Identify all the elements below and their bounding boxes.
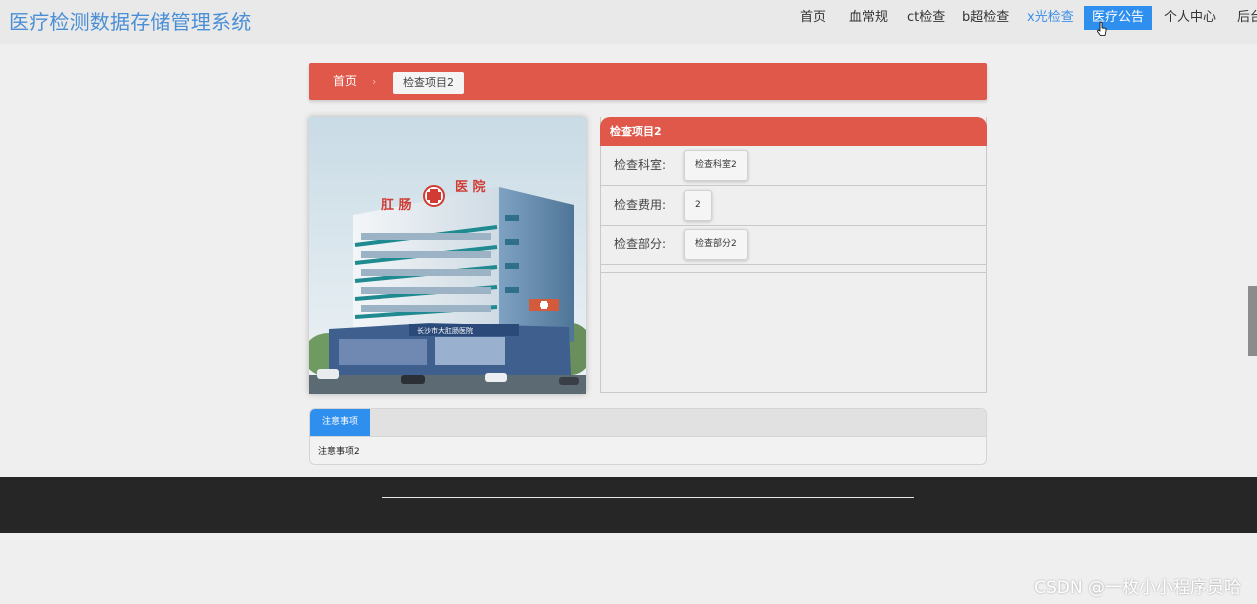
hospital-building-image: 肛 肠 医 院 长沙市大肛肠医院 <box>309 117 586 394</box>
nav-item-admin[interactable]: 后台 <box>1237 6 1257 30</box>
detail-header: 检查项目2 <box>600 117 987 146</box>
lower-sign-text: 长沙市大肛肠医院 <box>417 326 473 335</box>
site-title: 医疗检测数据存储管理系统 <box>9 10 252 34</box>
scrollbar-thumb[interactable] <box>1248 286 1257 356</box>
nav-item-personal-center[interactable]: 个人中心 <box>1164 6 1216 30</box>
nav-item-medical-notice[interactable]: 医疗公告 <box>1084 6 1153 30</box>
detail-row-department: 检查科室: 检查科室2 <box>601 146 986 186</box>
fee-label: 检查费用: <box>614 198 667 212</box>
medical-cross-icon <box>423 185 445 207</box>
notes-panel: 注意事项 注意事项2 <box>309 408 987 465</box>
breadcrumb-current: 检查项目2 <box>393 72 464 94</box>
nav-item-ultrasound-exam[interactable]: b超检查 <box>962 6 1009 30</box>
nav-item-ct-exam[interactable]: ct检查 <box>907 6 945 30</box>
part-label: 检查部分: <box>614 237 667 251</box>
part-value: 检查部分2 <box>684 229 748 260</box>
breadcrumb-home-link[interactable]: 首页 <box>333 63 357 100</box>
notes-content: 注意事项2 <box>318 447 360 457</box>
nav-item-xray-exam[interactable]: x光检查 <box>1027 6 1074 30</box>
watermark-text: CSDN @一枚小小程序员哈 <box>1034 578 1241 598</box>
department-label: 检查科室: <box>614 158 667 172</box>
nav-item-blood-routine[interactable]: 血常规 <box>849 6 888 30</box>
fee-value: 2 <box>684 190 712 221</box>
detail-title: 检查项目2 <box>610 125 662 138</box>
detail-row-part: 检查部分: 检查部分2 <box>601 225 986 265</box>
tab-notes[interactable]: 注意事项 <box>310 409 371 436</box>
sign-left-text: 肛 肠 <box>381 198 412 213</box>
sign-right-text: 医 院 <box>455 179 486 195</box>
breadcrumb-separator: › <box>372 75 377 88</box>
footer-divider <box>382 497 914 498</box>
notes-tab-bar: 注意事项 <box>310 409 986 437</box>
mouse-cursor-icon <box>1097 21 1107 36</box>
detail-row-fee: 检查费用: 2 <box>601 186 986 226</box>
breadcrumb: 首页 › 检查项目2 <box>309 63 987 100</box>
nav-item-home[interactable]: 首页 <box>800 6 826 30</box>
page-footer <box>0 477 1257 533</box>
item-photo: 肛 肠 医 院 长沙市大肛肠医院 <box>309 117 586 394</box>
top-navbar: 医疗检测数据存储管理系统 首页 血常规 ct检查 b超检查 x光检查 医疗公告 … <box>0 0 1257 44</box>
department-value: 检查科室2 <box>684 150 748 181</box>
item-detail-panel: 检查项目2 检查科室: 检查科室2 检查费用: 2 检查部分: 检查部分2 <box>600 117 987 393</box>
detail-divider <box>601 272 986 273</box>
